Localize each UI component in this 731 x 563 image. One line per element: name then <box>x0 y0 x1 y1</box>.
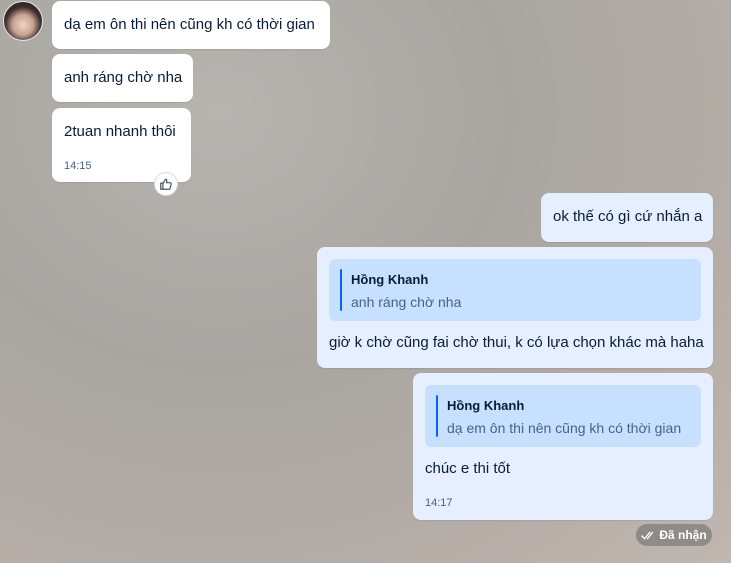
contact-avatar[interactable] <box>3 1 43 41</box>
delivery-status-badge: Đã nhận <box>636 524 712 546</box>
quote-bar <box>340 269 342 311</box>
quote-sender: Hồng Khanh <box>447 398 525 413</box>
message-text: dạ em ôn thi nên cũng kh có thời gian <box>64 16 315 33</box>
like-reaction-button[interactable] <box>154 172 178 196</box>
quoted-message[interactable]: Hồng Khanh anh ráng chờ nha <box>329 259 701 321</box>
thumbs-up-icon <box>159 177 173 191</box>
outgoing-message[interactable]: Hồng Khanh anh ráng chờ nha giờ k chờ cũ… <box>317 247 713 368</box>
message-time: 14:15 <box>64 160 92 172</box>
quote-bar <box>436 395 438 437</box>
quote-text: dạ em ôn thi nên cũng kh có thời gian <box>447 420 682 436</box>
message-text: giờ k chờ cũng fai chờ thui, k có lựa ch… <box>329 334 704 351</box>
double-check-icon <box>641 531 654 540</box>
incoming-message[interactable]: 2tuan nhanh thôi 14:15 <box>52 108 191 182</box>
status-label: Đã nhận <box>659 528 707 542</box>
quote-text: anh ráng chờ nha <box>351 294 462 310</box>
incoming-message[interactable]: anh ráng chờ nha <box>52 54 193 102</box>
incoming-message[interactable]: dạ em ôn thi nên cũng kh có thời gian <box>52 1 330 49</box>
message-text: chúc e thi tốt <box>425 460 511 477</box>
message-text: anh ráng chờ nha <box>64 69 183 86</box>
message-text: 2tuan nhanh thôi <box>64 123 176 140</box>
message-time: 14:17 <box>425 497 453 509</box>
quote-sender: Hồng Khanh <box>351 272 429 287</box>
message-text: ok thế có gì cứ nhắn a <box>553 208 703 225</box>
outgoing-message[interactable]: Hồng Khanh dạ em ôn thi nên cũng kh có t… <box>413 373 713 520</box>
quoted-message[interactable]: Hồng Khanh dạ em ôn thi nên cũng kh có t… <box>425 385 701 447</box>
outgoing-message[interactable]: ok thế có gì cứ nhắn a <box>541 193 713 242</box>
